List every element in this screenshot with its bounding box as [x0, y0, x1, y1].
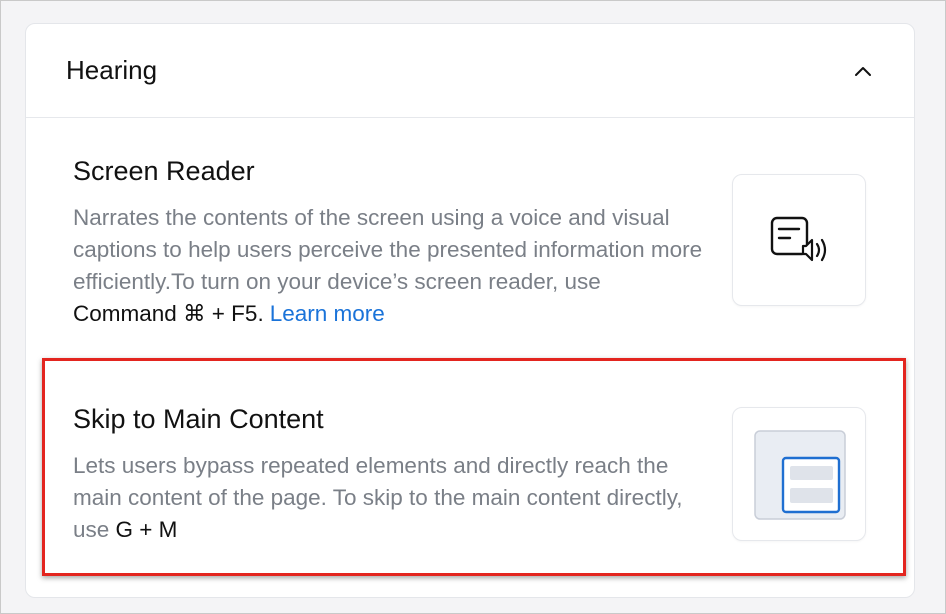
feature-title: Screen Reader: [73, 156, 255, 186]
learn-more-link[interactable]: Learn more: [270, 301, 385, 326]
hearing-section-card: Hearing Screen Reader Narrates the conte…: [25, 23, 915, 598]
skip-to-main-content-icon: [732, 407, 866, 541]
feature-row-screen-reader: Screen Reader Narrates the contents of t…: [26, 144, 914, 344]
section-title: Hearing: [66, 55, 158, 85]
screenshot-frame: Hearing Screen Reader Narrates the conte…: [0, 0, 946, 614]
chevron-up-icon[interactable]: [850, 58, 876, 84]
section-header[interactable]: Hearing: [26, 24, 914, 118]
description-text: Narrates the contents of the screen usin…: [73, 205, 703, 294]
keyboard-shortcut: Command ⌘ + F5.: [73, 301, 264, 326]
feature-description: Narrates the contents of the screen usin…: [73, 202, 703, 330]
keyboard-shortcut: G + M: [115, 517, 178, 542]
feature-title: Skip to Main Content: [73, 404, 324, 434]
feature-row-skip-to-main-content: Skip to Main Content Lets users bypass r…: [26, 392, 914, 582]
feature-description: Lets users bypass repeated elements and …: [73, 450, 703, 546]
screen-reader-icon: [732, 174, 866, 306]
